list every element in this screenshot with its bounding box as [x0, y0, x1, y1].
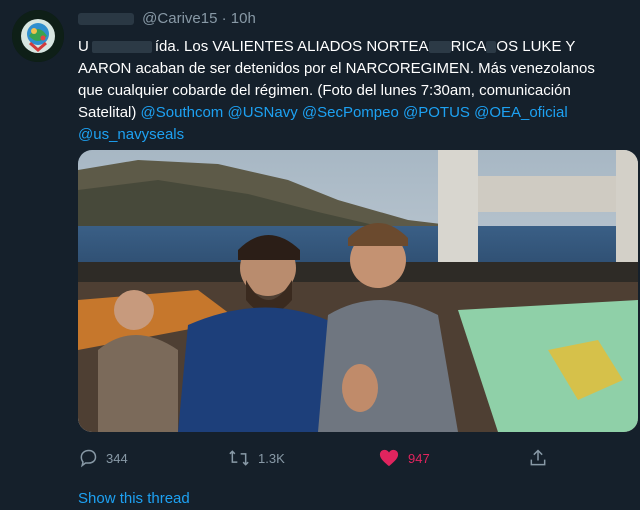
tweet-text-line1b: RICA	[450, 38, 487, 55]
tweet-header: @Carive15 · 10h	[78, 10, 256, 30]
retweet-count: 1.3K	[258, 450, 285, 466]
mention-link[interactable]: @POTUS	[403, 104, 470, 121]
retweet-button[interactable]: 1.3K	[228, 446, 285, 470]
tweet-text-line3: que cualquier cobarde del régimen. (Foto…	[78, 82, 571, 99]
share-button[interactable]	[528, 446, 556, 470]
tweet-timestamp[interactable]: 10h	[231, 10, 256, 27]
share-icon	[530, 449, 546, 466]
avatar[interactable]	[12, 10, 64, 62]
user-handle[interactable]: @Carive15	[142, 10, 217, 27]
tweet-text-line2: AARON acaban de ser detenidos por el NAR…	[78, 60, 595, 77]
tweet-text-line4: Satelital)	[78, 104, 137, 121]
retweet-icon	[229, 450, 249, 466]
tweet-actions: 344 1.3K 947	[78, 446, 578, 470]
tweet-text-line1c: OS LUKE Y	[496, 38, 576, 55]
reply-count: 344	[106, 450, 128, 466]
tweet-photo[interactable]	[78, 150, 638, 432]
tweet: @Carive15 · 10h Uída. Los VALIENTES ALIA…	[0, 0, 640, 510]
redacted-display-name	[78, 13, 134, 26]
like-button[interactable]: 947	[378, 446, 430, 470]
tweet-text: Uída. Los VALIENTES ALIADOS NORTEA RICA OS…	[78, 36, 630, 146]
photo-image	[78, 150, 638, 432]
redacted-text	[91, 41, 152, 54]
tweet-text-line1: ída. Los VALIENTES ALIADOS NORTEA	[154, 38, 429, 55]
mention-link[interactable]: @SecPompeo	[302, 104, 399, 121]
mention-link[interactable]: @Southcom	[141, 104, 224, 121]
redacted-text	[486, 41, 497, 54]
tweet-text-start: U	[78, 38, 89, 55]
reply-icon	[80, 449, 97, 468]
mention-link[interactable]: @OEA_oficial	[474, 104, 568, 121]
reply-button[interactable]: 344	[78, 446, 128, 470]
redacted-text	[428, 41, 451, 54]
heart-icon	[379, 449, 399, 467]
mention-link[interactable]: @us_navyseals	[78, 126, 184, 143]
like-count: 947	[408, 450, 430, 466]
mention-link[interactable]: @USNavy	[227, 104, 297, 121]
show-thread-link[interactable]: Show this thread	[78, 490, 190, 507]
header-separator: ·	[221, 10, 227, 27]
avatar-emblem-icon	[12, 10, 64, 62]
